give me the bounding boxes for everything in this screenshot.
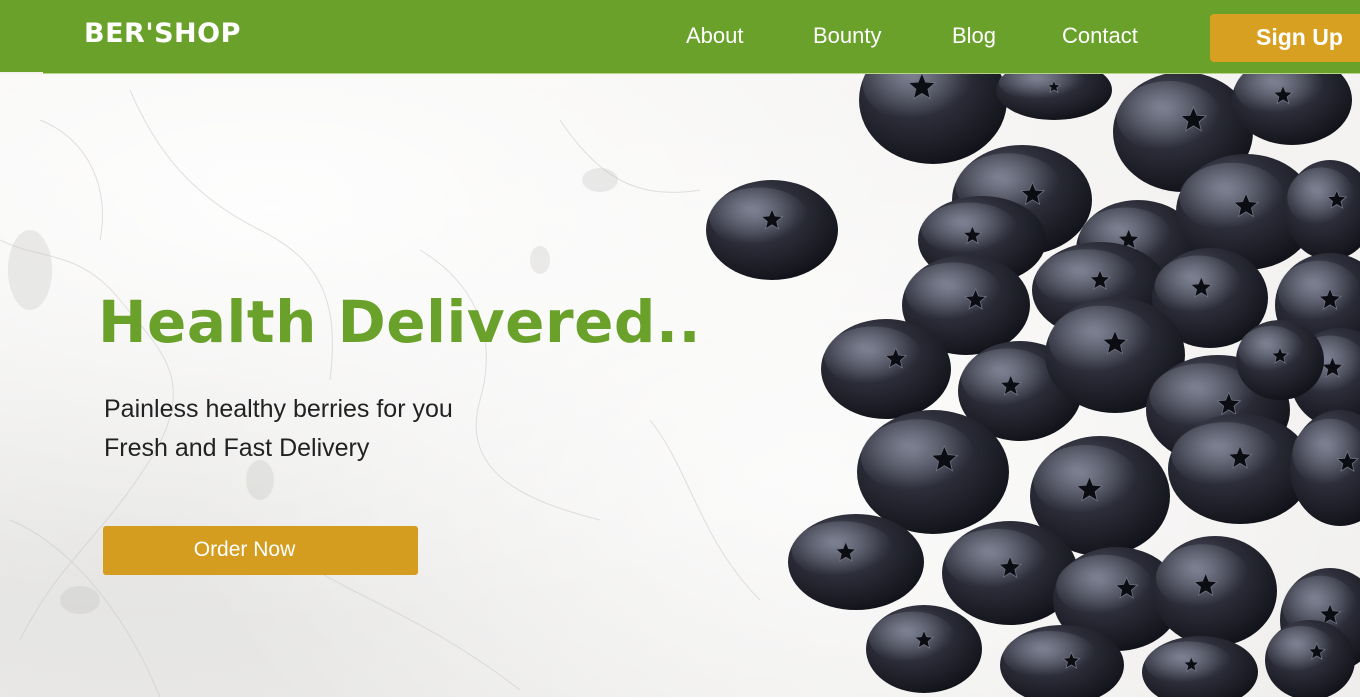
nav-link-bounty[interactable]: Bounty [813,22,882,50]
logo[interactable]: BER'SHOP [84,18,241,50]
hero-subtitle-line2: Fresh and Fast Delivery [104,434,370,462]
hero-title: Health Delivered.. [98,288,702,356]
landing-page: BER'SHOP About Bounty Blog Contact Sign … [0,0,1360,697]
blueberry [859,60,1007,164]
blueberry [857,410,1009,534]
navbar: BER'SHOP About Bounty Blog Contact Sign … [0,0,1360,74]
blueberry [1153,536,1277,646]
blueberry [1142,636,1258,697]
hero-subtitle-line1: Painless healthy berries for you [104,395,453,423]
blueberry [1265,620,1355,697]
nav-divider [0,72,43,74]
nav-link-contact[interactable]: Contact [1062,22,1138,50]
blueberry [866,605,982,693]
nav-link-blog[interactable]: Blog [952,22,996,50]
nav-link-about[interactable]: About [686,22,744,50]
blueberry [1236,320,1324,400]
blueberry [788,514,924,610]
blueberries-image [706,60,1360,697]
blueberry [1290,410,1360,526]
blueberry [706,180,838,280]
order-now-button[interactable]: Order Now [103,526,418,575]
sign-up-button[interactable]: Sign Up [1210,14,1360,62]
blueberry [821,319,951,419]
